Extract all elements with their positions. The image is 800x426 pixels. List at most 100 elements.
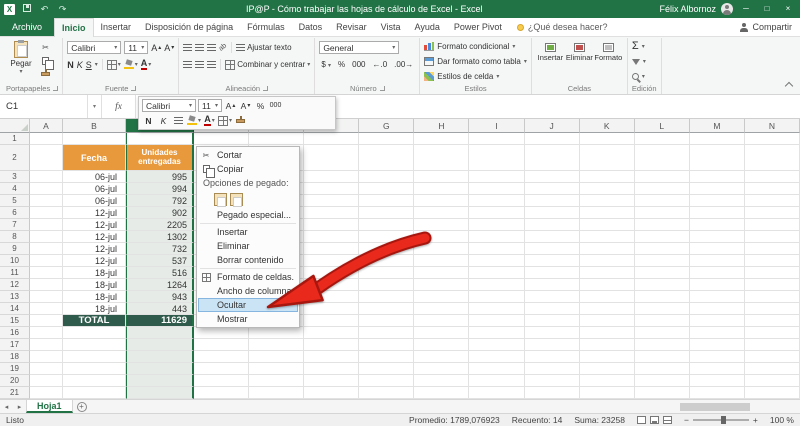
menu-item-borrar-contenido[interactable]: Borrar contenido: [198, 253, 298, 267]
cell-I8[interactable]: [469, 231, 525, 243]
cell-H1[interactable]: [414, 133, 470, 145]
cell-M8[interactable]: [689, 231, 745, 243]
cell-E20[interactable]: [249, 375, 305, 387]
cell-C1[interactable]: [126, 133, 194, 145]
cell-G9[interactable]: [359, 243, 415, 255]
redo-button[interactable]: ↷: [56, 4, 69, 14]
cell-J18[interactable]: [524, 351, 580, 363]
cell-J6[interactable]: [524, 207, 580, 219]
cell-M6[interactable]: [689, 207, 745, 219]
cell-M15[interactable]: [689, 315, 745, 327]
cell-M21[interactable]: [689, 387, 745, 399]
cell-I17[interactable]: [469, 339, 525, 351]
tab-ayuda[interactable]: Ayuda: [408, 18, 447, 36]
row-header-5[interactable]: 5: [0, 195, 30, 207]
cell-M3[interactable]: [689, 171, 745, 183]
collapse-ribbon-button[interactable]: [784, 81, 794, 91]
mini-font-size-select[interactable]: 11 ▾: [198, 99, 222, 112]
cell-J4[interactable]: [524, 183, 580, 195]
mini-fill-color-button[interactable]: ▾: [187, 114, 201, 127]
cell-F19[interactable]: [304, 363, 360, 375]
cell-M5[interactable]: [689, 195, 745, 207]
sort-filter-button[interactable]: ▾: [631, 55, 657, 68]
zoom-in-button[interactable]: +: [753, 415, 758, 425]
cell-A12[interactable]: [30, 279, 63, 291]
grow-font-button[interactable]: A ▴: [151, 43, 161, 53]
cell-C19[interactable]: [126, 363, 194, 375]
cell-C8[interactable]: 1302: [126, 231, 194, 243]
cell-F8[interactable]: [304, 231, 360, 243]
cell-N2[interactable]: [744, 145, 800, 171]
row-header-4[interactable]: 4: [0, 183, 30, 195]
tab-vista[interactable]: Vista: [374, 18, 408, 36]
row-header-7[interactable]: 7: [0, 219, 30, 231]
zoom-out-button[interactable]: −: [684, 415, 689, 425]
cell-L19[interactable]: [634, 363, 690, 375]
cell-H8[interactable]: [414, 231, 470, 243]
column-header-A[interactable]: A: [30, 119, 63, 133]
cell-G18[interactable]: [359, 351, 415, 363]
cell-M14[interactable]: [689, 303, 745, 315]
cell-J19[interactable]: [524, 363, 580, 375]
cell-G17[interactable]: [359, 339, 415, 351]
cell-K12[interactable]: [579, 279, 635, 291]
cell-M16[interactable]: [689, 327, 745, 339]
cell-M10[interactable]: [689, 255, 745, 267]
cell-L9[interactable]: [634, 243, 690, 255]
cell-K13[interactable]: [579, 291, 635, 303]
cell-G2[interactable]: [359, 145, 415, 171]
cell-L20[interactable]: [634, 375, 690, 387]
font-color-button[interactable]: A ▾: [140, 59, 151, 70]
row-header-21[interactable]: 21: [0, 387, 30, 399]
cell-A5[interactable]: [30, 195, 63, 207]
cell-C16[interactable]: [126, 327, 194, 339]
cell-J9[interactable]: [524, 243, 580, 255]
font-name-select[interactable]: Calibri ▾: [67, 41, 122, 54]
cell-F21[interactable]: [304, 387, 360, 399]
sheet-tab-hoja1[interactable]: Hoja1: [26, 400, 73, 413]
row-header-3[interactable]: 3: [0, 171, 30, 183]
cell-K6[interactable]: [579, 207, 635, 219]
cell-J11[interactable]: [524, 267, 580, 279]
dialog-launcher-icon[interactable]: [263, 86, 269, 91]
cell-N1[interactable]: [744, 133, 800, 145]
cell-F20[interactable]: [304, 375, 360, 387]
conditional-formatting-button[interactable]: Formato condicional ▾: [424, 40, 527, 53]
cell-N12[interactable]: [744, 279, 800, 291]
cell-I11[interactable]: [469, 267, 525, 279]
tab-disposición-de-página[interactable]: Disposición de página: [138, 18, 240, 36]
cell-F15[interactable]: [304, 315, 360, 327]
cell-H19[interactable]: [414, 363, 470, 375]
cell-C21[interactable]: [126, 387, 194, 399]
cell-D1[interactable]: [194, 133, 250, 145]
select-all-corner[interactable]: [0, 119, 30, 133]
cell-H9[interactable]: [414, 243, 470, 255]
cell-C12[interactable]: 1264: [126, 279, 194, 291]
tab-revisar[interactable]: Revisar: [329, 18, 374, 36]
cell-N5[interactable]: [744, 195, 800, 207]
cell-I19[interactable]: [469, 363, 525, 375]
row-header-13[interactable]: 13: [0, 291, 30, 303]
cell-I10[interactable]: [469, 255, 525, 267]
cell-A1[interactable]: [30, 133, 63, 145]
cell-I18[interactable]: [469, 351, 525, 363]
cell-N4[interactable]: [744, 183, 800, 195]
italic-button[interactable]: K: [77, 60, 83, 70]
cell-K14[interactable]: [579, 303, 635, 315]
align-right-icon[interactable]: [207, 61, 217, 68]
cell-N13[interactable]: [744, 291, 800, 303]
mini-comma-button[interactable]: 000: [269, 99, 282, 112]
page-layout-view-button[interactable]: [649, 416, 659, 424]
cell-J2[interactable]: [524, 145, 580, 171]
cell-A14[interactable]: [30, 303, 63, 315]
cell-J13[interactable]: [524, 291, 580, 303]
cell-F9[interactable]: [304, 243, 360, 255]
currency-format-button[interactable]: $ ▾: [319, 60, 333, 69]
cell-N17[interactable]: [744, 339, 800, 351]
name-box[interactable]: C1: [0, 95, 88, 118]
cell-C14[interactable]: 443: [126, 303, 194, 315]
column-header-N[interactable]: N: [744, 119, 800, 133]
cell-L1[interactable]: [634, 133, 690, 145]
undo-button[interactable]: ↶: [38, 4, 51, 14]
cell-F18[interactable]: [304, 351, 360, 363]
